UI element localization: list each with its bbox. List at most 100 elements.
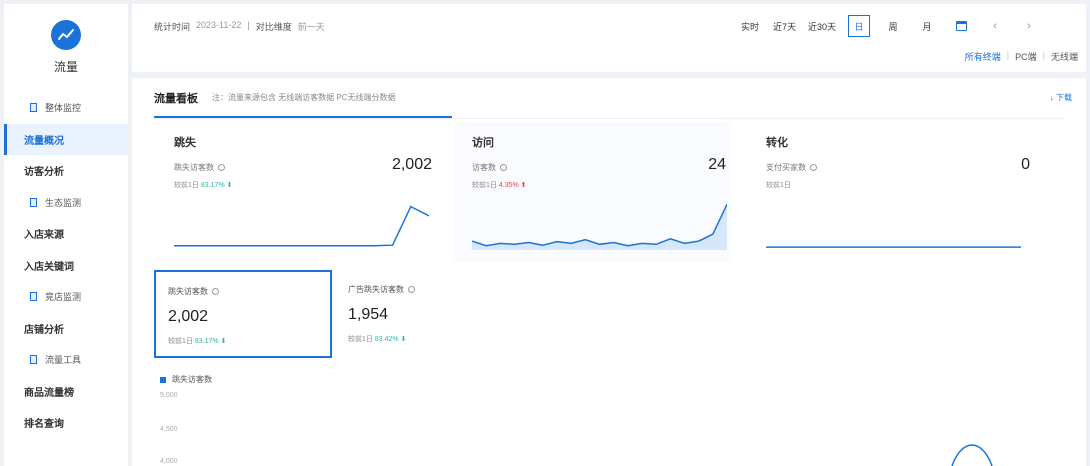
metric-compare: 较前1日 83.17% ⬇ [168, 336, 226, 346]
top-bar: 统计时间 2023-11-22 | 对比维度 前一天 实时 近7天 近30天日周月 ‹… [132, 4, 1086, 72]
info-icon[interactable] [408, 286, 415, 293]
document-icon [30, 103, 37, 113]
trend-arrow-icon: ⬆ [520, 182, 527, 189]
calendar-button[interactable] [944, 15, 978, 37]
kpi-card[interactable]: 访问 访客数 24 较前1日 4.35% ⬆ [452, 122, 732, 262]
app-logo[interactable] [51, 20, 81, 50]
sparkline [472, 203, 727, 250]
document-icon [30, 355, 37, 365]
sidebar-item[interactable]: 入店来源 [4, 218, 128, 250]
metric-card[interactable]: 广告跳失访客数 1,954 较前1日 83.42% ⬇ [336, 270, 514, 358]
sidebar-item-label: 流量概况 [24, 135, 64, 147]
sidebar-item-label: 排名查询 [24, 419, 64, 431]
card-metric-text: 访客数 [472, 163, 496, 172]
metric-label: 广告跳失访客数 [348, 284, 415, 295]
sidebar-item[interactable]: 排名查询 [4, 407, 128, 439]
sidebar-item[interactable]: 入店关键词 [4, 250, 128, 282]
compare-label: 较前1日 [168, 338, 193, 345]
legend-label: 跳失访客数 [172, 375, 212, 384]
compare-value: 83.42% [374, 336, 399, 343]
chart-line-icon [58, 29, 74, 40]
sidebar-item[interactable]: 商品流量榜 [4, 376, 128, 408]
time-range-button[interactable]: 周 [876, 15, 910, 37]
metric-card[interactable]: 跳失访客数 2,002 较前1日 83.17% ⬇ [154, 270, 332, 358]
y-tick-label: 5,000 [160, 392, 178, 399]
compare-label: 较前1日 [348, 336, 373, 343]
main-panel: 流量看板 注：流量来源包含 无线端访客数据 PC无线端分数据 ↓ 下载 跳失 跳失… [132, 78, 1086, 466]
terminal-option[interactable]: PC端 [1015, 50, 1037, 63]
separator: | [1042, 50, 1045, 60]
sidebar-item[interactable]: 竞店监测 [4, 281, 128, 313]
compare-value: 4.35% [498, 182, 519, 189]
compare-label: 较前1日 [766, 182, 791, 189]
kpi-card[interactable]: 转化 支付买家数 0 较前1日 [746, 122, 1036, 262]
compare-value: 83.17% [200, 182, 225, 189]
sidebar: 流量 整体监控流量概况访客分析生态监测入店来源入店关键词竞店监测店铺分析流量工具… [4, 4, 128, 466]
info-icon[interactable] [810, 164, 817, 171]
compare-value: 83.17% [194, 338, 219, 345]
info-icon[interactable] [500, 164, 507, 171]
chevron-left-icon[interactable]: ‹ [978, 15, 1012, 37]
sidebar-item[interactable]: 流量概况 [4, 123, 128, 155]
card-metric-value: 2,002 [391, 156, 432, 173]
time-range-button[interactable]: 日 [848, 15, 870, 37]
card-metric-label: 跳失访客数 [174, 162, 225, 173]
card-compare: 较前1日 83.17% ⬇ [174, 180, 232, 190]
terminal-switch: 所有终端 | PC端 | 无线端 [965, 50, 1078, 63]
document-icon [30, 197, 37, 207]
app-name: 流量 [53, 60, 78, 74]
sidebar-item-label: 店铺分析 [24, 324, 64, 336]
document-icon [30, 292, 37, 302]
card-compare: 较前1日 4.35% ⬆ [472, 180, 527, 190]
sidebar-item-label: 流量工具 [45, 355, 82, 366]
y-tick-label: 4,000 [160, 458, 178, 465]
compare-label: 较前1日 [174, 182, 199, 189]
chart-legend[interactable]: 跳失访客数 [160, 374, 212, 385]
sidebar-item-label: 竞店监测 [45, 292, 82, 303]
trend-chart [951, 444, 993, 466]
download-button[interactable]: ↓ 下载 [1050, 92, 1072, 103]
card-metric-text: 跳失访客数 [174, 163, 214, 172]
terminal-option[interactable]: 所有终端 [965, 50, 1001, 63]
metric-label: 跳失访客数 [168, 286, 219, 297]
info-icon[interactable] [212, 288, 219, 295]
sparkline-line [174, 205, 429, 247]
info-icon[interactable] [218, 164, 225, 171]
sidebar-item[interactable]: 整体监控 [4, 92, 128, 124]
stat-date-value[interactable]: 2023-11-22 [196, 20, 241, 33]
kpi-card[interactable]: 跳失跳失访客数 2,002 较前1日 83.17% ⬇ [154, 122, 438, 262]
terminal-option[interactable]: 无线端 [1051, 50, 1078, 63]
sidebar-item[interactable]: 访客分析 [4, 155, 128, 187]
card-metric-text: 支付买家数 [766, 163, 806, 172]
card-metric-value: 24 [708, 156, 726, 173]
sidebar-nav: 整体监控流量概况访客分析生态监测入店来源入店关键词竞店监测店铺分析流量工具商品流… [4, 92, 128, 439]
compare-value[interactable]: 前一天 [298, 20, 325, 33]
time-range-button[interactable]: 近7天 [767, 15, 802, 37]
card-metric-label: 访客数 [472, 162, 507, 173]
card-compare: 较前1日 [766, 180, 791, 190]
divider [154, 118, 1064, 119]
metric-value: 2,002 [168, 308, 209, 325]
panel-title: 流量看板 [154, 93, 198, 105]
sidebar-item-label: 入店来源 [24, 230, 64, 242]
sparkline [174, 205, 429, 247]
trend-line [951, 444, 993, 466]
sidebar-item[interactable]: 流量工具 [4, 344, 128, 376]
card-title: 转化 [766, 137, 788, 149]
sidebar-item[interactable]: 店铺分析 [4, 313, 128, 345]
card-metric-label: 支付买家数 [766, 162, 817, 173]
sidebar-item[interactable]: 生态监测 [4, 187, 128, 219]
panel-hint: 注：流量来源包含 无线端访客数据 PC无线端分数据 [212, 93, 396, 102]
chevron-right-icon[interactable]: › [1012, 15, 1046, 37]
metric-value: 1,954 [348, 306, 389, 323]
metric-label-text: 广告跳失访客数 [348, 285, 404, 294]
time-range-button[interactable]: 近30天 [802, 15, 842, 37]
sidebar-item-label: 访客分析 [24, 167, 64, 179]
trend-arrow-icon: ⬇ [220, 338, 227, 345]
time-range-controls: 实时 近7天 近30天日周月 ‹ › [733, 15, 1046, 37]
sidebar-item-label: 生态监测 [45, 197, 82, 208]
time-range-button[interactable]: 月 [910, 15, 944, 37]
time-range-button[interactable]: 实时 [733, 15, 767, 37]
card-title: 跳失 [174, 137, 196, 149]
compare-label: 较前1日 [472, 182, 497, 189]
